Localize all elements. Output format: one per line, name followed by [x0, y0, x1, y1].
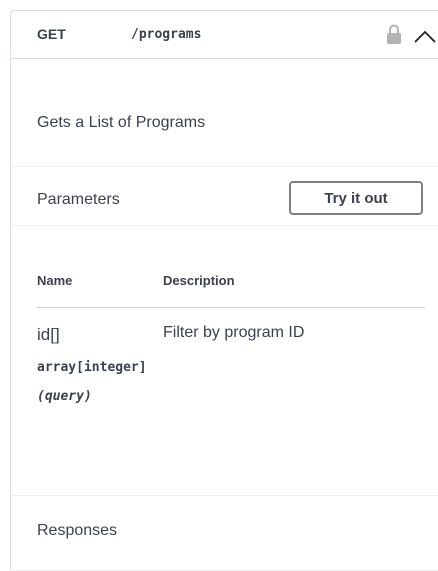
parameters-title: Parameters — [37, 191, 120, 208]
parameter-name: id[] — [37, 325, 60, 344]
header-divider — [37, 307, 425, 308]
endpoint-path: /programs — [131, 27, 202, 42]
chevron-up-icon[interactable] — [413, 27, 437, 45]
http-method: GET — [37, 26, 66, 42]
parameter-location: (query) — [37, 389, 92, 404]
parameters-header: Parameters Try it out — [11, 166, 438, 226]
responses-title: Responses — [37, 522, 118, 539]
try-it-out-button[interactable]: Try it out — [289, 181, 423, 215]
operation-summary[interactable]: GET /programs — [11, 11, 438, 59]
operation-block: GET /programs Gets a List of Programs Pa… — [10, 10, 438, 571]
column-header-description: Description — [163, 273, 235, 288]
parameter-type: array[integer] — [37, 360, 147, 375]
parameter-description: Filter by program ID — [163, 324, 305, 341]
operation-description: Gets a List of Programs — [37, 114, 206, 131]
column-header-name: Name — [37, 273, 73, 288]
responses-header: Responses — [11, 495, 438, 571]
lock-icon[interactable] — [386, 23, 402, 45]
